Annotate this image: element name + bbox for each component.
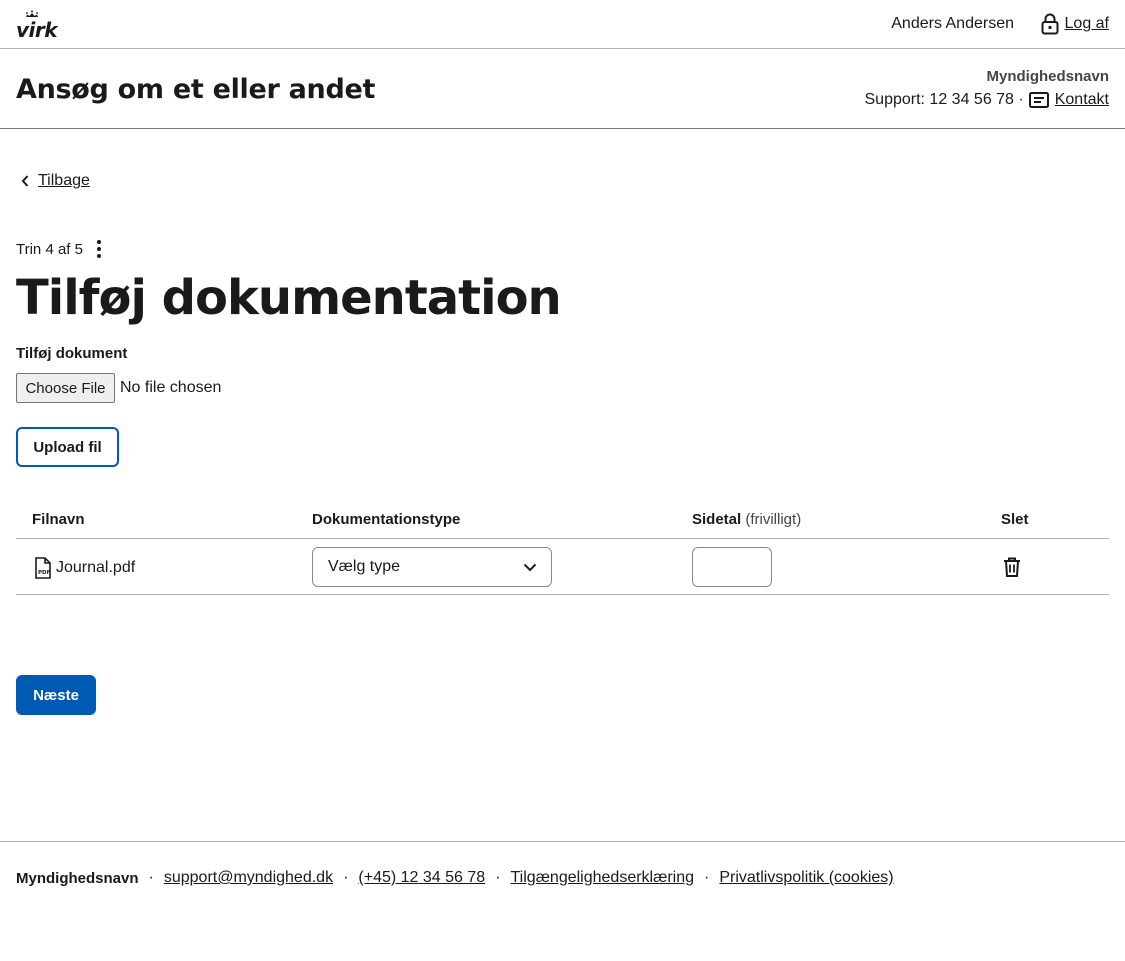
- footer-email-link[interactable]: support@myndighed.dk: [164, 869, 333, 887]
- pdf-icon: PDF: [35, 557, 51, 579]
- pages-header-label: Sidetal: [692, 511, 742, 528]
- column-header-delete: Slet: [1001, 511, 1029, 528]
- choose-file-button[interactable]: Choose File: [16, 373, 115, 403]
- footer-phone-link[interactable]: (+45) 12 34 56 78: [358, 869, 485, 887]
- upload-field-label: Tilføj dokument: [16, 345, 128, 362]
- message-icon: [1028, 92, 1049, 108]
- footer-accessibility-link[interactable]: Tilgængelighedserklæring: [511, 869, 695, 887]
- file-status: No file chosen: [120, 379, 222, 396]
- doctype-select[interactable]: Vælg type: [312, 547, 552, 587]
- footer-brand: Myndighedsnavn: [16, 869, 139, 887]
- crown-icon: [26, 10, 38, 17]
- doctype-value: Vælg type: [328, 558, 401, 575]
- footer-privacy-link[interactable]: Privatlivspolitik (cookies): [719, 869, 893, 887]
- trash-icon[interactable]: [1003, 557, 1021, 582]
- footer-links: Myndighedsnavn · support@myndighed.dk · …: [16, 869, 894, 887]
- virk-logo[interactable]: virk: [16, 10, 58, 42]
- pages-input[interactable]: [692, 547, 772, 587]
- logout-label: Log af: [1064, 15, 1109, 32]
- next-button[interactable]: Næste: [16, 675, 96, 715]
- file-name: Journal.pdf: [56, 559, 136, 576]
- footer-separator: ·: [495, 869, 501, 886]
- app-header: Ansøg om et eller andet Myndighedsnavn S…: [0, 49, 1125, 129]
- step-text: Trin 4 af 5: [16, 240, 83, 258]
- logout-link[interactable]: Log af: [1041, 13, 1109, 35]
- file-cell: PDF Journal.pdf: [34, 557, 135, 579]
- back-link[interactable]: Tilbage: [20, 172, 90, 190]
- page-title: Tilføj dokumentation: [16, 270, 562, 326]
- upload-file-button[interactable]: Upload fil: [16, 427, 119, 467]
- column-header-filename: Filnavn: [32, 511, 85, 528]
- footer-separator: ·: [343, 869, 349, 886]
- app-title: Ansøg om et eller andet: [16, 74, 376, 105]
- table-header: Filnavn Dokumentationstype Sidetal (friv…: [16, 500, 1109, 539]
- support-phone: Support: 12 34 56 78 ·: [864, 91, 1024, 108]
- user-name: Anders Andersen: [891, 15, 1014, 32]
- contact-link[interactable]: Kontakt: [1028, 91, 1109, 109]
- step-indicator: Trin 4 af 5: [16, 238, 107, 260]
- contact-label: Kontakt: [1054, 91, 1109, 108]
- file-input: Choose File No file chosen: [16, 373, 221, 403]
- lock-icon: [1041, 13, 1059, 35]
- logo-text: virk: [16, 18, 58, 42]
- back-label: Tilbage: [38, 172, 90, 189]
- authority-name: Myndighedsnavn: [986, 68, 1109, 85]
- table-row: PDF Journal.pdf Vælg type: [16, 539, 1109, 595]
- support-line: Support: 12 34 56 78 · Kontakt: [864, 91, 1109, 109]
- svg-text:PDF: PDF: [38, 570, 51, 576]
- footer: Myndighedsnavn · support@myndighed.dk · …: [0, 841, 1125, 961]
- column-header-pages: Sidetal (frivilligt): [692, 511, 801, 528]
- more-options-icon[interactable]: [91, 238, 107, 260]
- chevron-left-icon: [21, 175, 29, 187]
- footer-separator: ·: [704, 869, 710, 886]
- documents-table: Filnavn Dokumentationstype Sidetal (friv…: [16, 500, 1109, 595]
- column-header-doctype: Dokumentationstype: [312, 511, 461, 528]
- top-bar: virk Anders Andersen Log af: [0, 0, 1125, 49]
- pages-header-optional: (frivilligt): [745, 511, 802, 528]
- footer-separator: ·: [148, 869, 154, 886]
- chevron-down-icon: [523, 563, 537, 571]
